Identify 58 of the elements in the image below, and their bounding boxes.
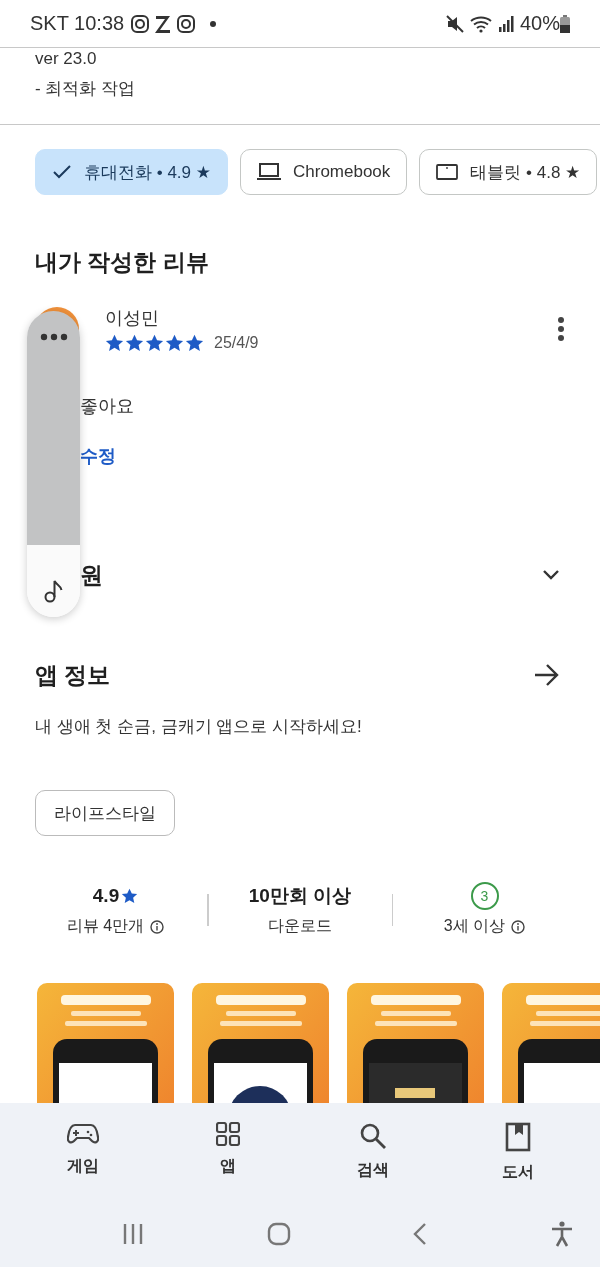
laptop-icon (257, 163, 281, 181)
star-icon (105, 334, 124, 352)
check-icon (52, 164, 72, 180)
section-title: 내가 작성한 리뷰 (35, 248, 210, 277)
star-icon (185, 334, 204, 352)
stat-label: 리뷰 4만개 (66, 916, 145, 936)
info-icon[interactable] (150, 919, 165, 934)
book-icon (504, 1122, 531, 1152)
mute-icon (445, 14, 464, 33)
device-chip[interactable]: 휴대전화 • 4.9 ★ (35, 149, 228, 195)
reviewer-name: 이성민 (105, 307, 160, 330)
star-icon (145, 334, 164, 352)
device-chip[interactable]: Chromebook (240, 149, 408, 195)
status-carrier-time: SKT 10:38 (30, 12, 125, 35)
music-note-icon[interactable] (43, 579, 64, 603)
dot-icon (210, 20, 217, 27)
star-icon (121, 888, 139, 904)
tablet-icon (436, 164, 459, 180)
category-chip[interactable]: 라이프스타일 (35, 790, 175, 836)
back-icon[interactable] (413, 1222, 428, 1246)
stat-label: 3세 이상 (443, 916, 506, 936)
battery-icon (560, 14, 570, 33)
nav-tab[interactable]: 게임 (32, 1121, 133, 1201)
more-horizontal-icon[interactable] (39, 333, 68, 341)
signal-icon (497, 15, 514, 32)
app-description: 내 생애 첫 순금, 금캐기 앱으로 시작하세요! (35, 716, 363, 738)
stat-value: 4.9 (92, 885, 120, 907)
apps-grid-icon (215, 1122, 240, 1146)
device-chip[interactable]: 태블릿 • 4.8 ★ (419, 149, 598, 195)
review-text: 좋아요 (80, 395, 134, 418)
review-date: 25/4/9 (214, 334, 259, 352)
camera-app-icon (176, 13, 197, 34)
zigzag-app-icon (154, 13, 173, 34)
age-rating-badge: 3 (470, 882, 499, 910)
gamepad-icon (66, 1122, 99, 1146)
info-icon[interactable] (511, 919, 526, 934)
arrow-right-icon[interactable] (534, 664, 560, 686)
section-title: 앱 정보 (35, 660, 111, 690)
recent-apps-icon[interactable] (122, 1223, 144, 1245)
stat-value: 10만회 이상 (248, 884, 352, 908)
star-icon (165, 334, 184, 352)
accessibility-icon[interactable] (549, 1221, 574, 1247)
release-note-line: ver 23.0 (35, 48, 98, 70)
section-title: 원 (80, 560, 103, 590)
edit-link[interactable]: 수정 (80, 444, 116, 468)
star-icon (125, 334, 144, 352)
release-note-line: - 최적화 작업 (35, 78, 137, 100)
chevron-down-icon[interactable] (542, 569, 560, 581)
wifi-icon (469, 14, 494, 33)
camera-app-icon (130, 13, 151, 34)
battery-percent: 40% (519, 12, 560, 35)
home-icon[interactable] (266, 1222, 291, 1246)
nav-tab[interactable]: 앱 (177, 1121, 278, 1201)
search-icon (358, 1122, 387, 1150)
more-options-icon[interactable] (557, 316, 565, 342)
nav-tab[interactable]: 도서 (467, 1121, 568, 1201)
stat-label: 다운로드 (268, 916, 332, 936)
nav-tab[interactable]: 검색 (322, 1121, 423, 1201)
